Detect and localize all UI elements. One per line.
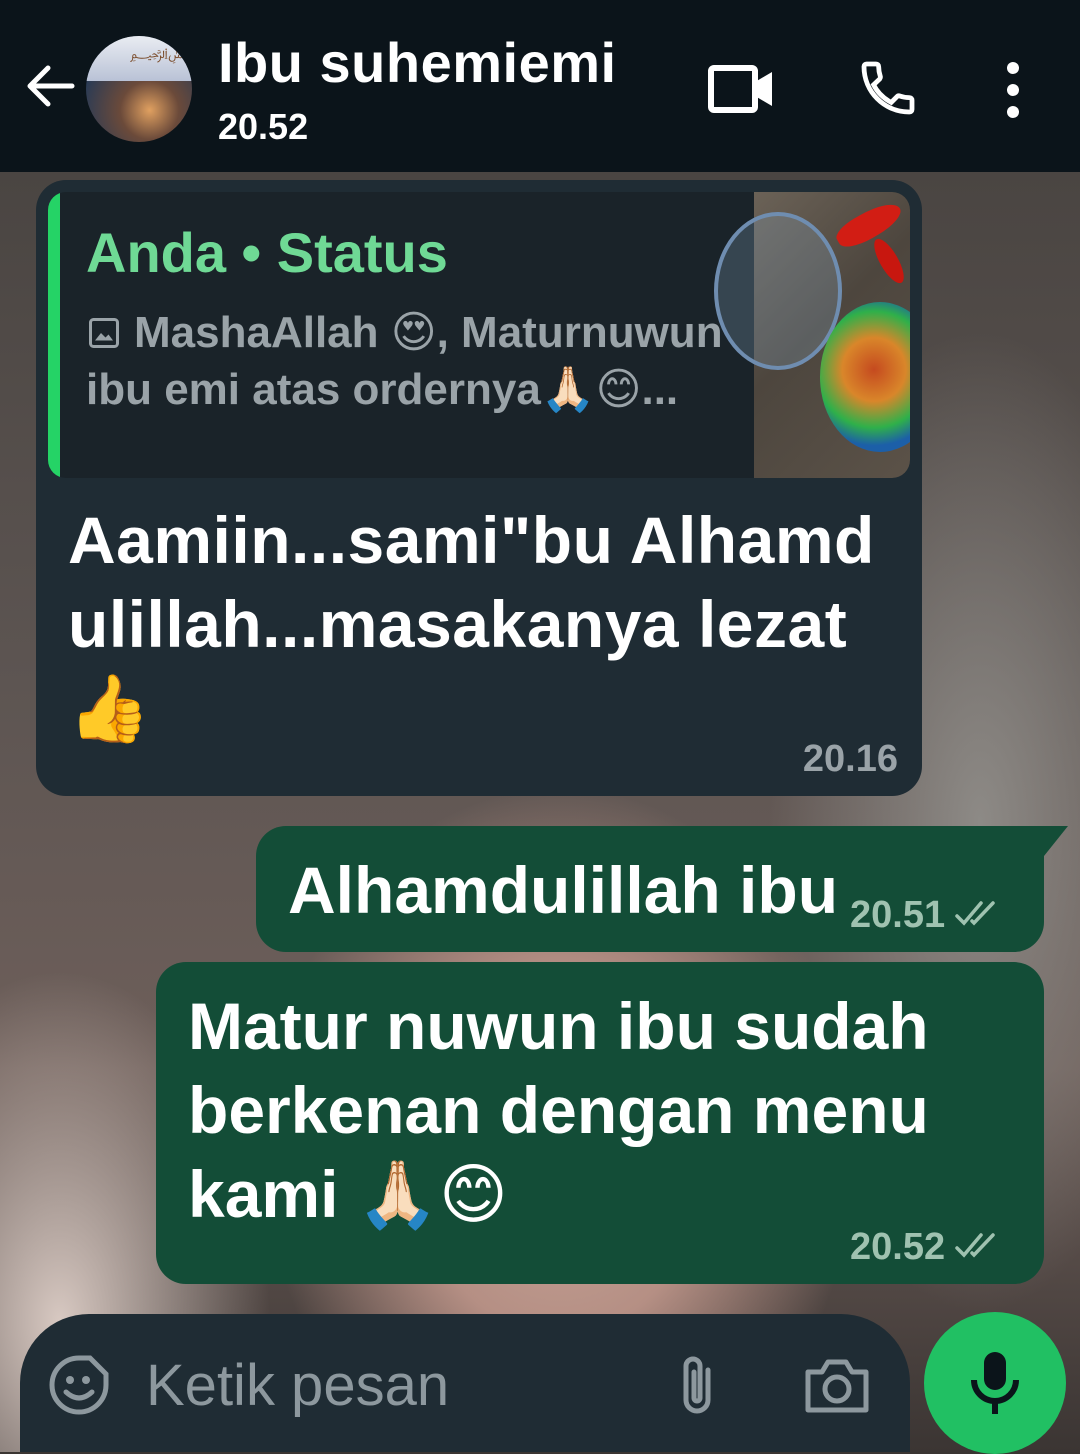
pray-smile-emoji: 🙏🏻😊 (356, 1156, 508, 1233)
paperclip-icon (683, 1356, 711, 1414)
phone-icon (861, 61, 915, 115)
message-text: Aamiin...sami"bu Alhamd ulillah...masaka… (68, 498, 888, 751)
message-meta: 20.52 (850, 1226, 1003, 1269)
message-text: Alhamdulillah ibu (288, 853, 839, 927)
double-check-icon (955, 1233, 995, 1258)
contact-avatar[interactable]: ﷽ (86, 36, 192, 142)
message-bubble-incoming[interactable]: Anda • Status MashaAllah 😍, Maturnuwun i… (36, 180, 922, 796)
attach-button[interactable] (672, 1350, 722, 1420)
quote-text: MashaAllah 😍, Maturnuwun ibu emi atas or… (86, 308, 723, 414)
microphone-icon (971, 1352, 1019, 1414)
message-composer (20, 1314, 910, 1452)
more-vertical-icon (1007, 62, 1019, 118)
last-seen-status: 20.52 (218, 106, 309, 147)
video-camera-icon (708, 65, 772, 113)
message-input[interactable] (146, 1350, 626, 1420)
contact-name[interactable]: Ibu suhemiemi (218, 30, 617, 95)
voice-call-button[interactable] (856, 56, 920, 120)
message-bubble-outgoing[interactable]: Matur nuwun ibu sudah berkenan dengan me… (156, 962, 1044, 1284)
camera-icon (805, 1359, 869, 1413)
message-text-body: Aamiin...sami"bu Alhamd ulillah...masaka… (68, 503, 875, 661)
more-options-button[interactable] (998, 60, 1028, 120)
message-time: 20.51 (850, 894, 946, 936)
quote-author: Anda • Status (86, 221, 448, 284)
sticker-icon (49, 1355, 109, 1415)
message-text: Matur nuwun ibu sudah berkenan dengan me… (188, 984, 1018, 1237)
thumbs-up-emoji: 👍 (68, 670, 151, 747)
message-time: 20.16 (802, 738, 898, 780)
status-thumbnail[interactable] (714, 192, 910, 478)
quote-text-wrapper: MashaAllah 😍, Maturnuwun ibu emi atas or… (86, 304, 726, 418)
back-button[interactable] (22, 58, 78, 114)
double-check-icon (955, 901, 995, 926)
message-bubble-outgoing[interactable]: Alhamdulillah ibu 20.51 (256, 826, 1068, 952)
quoted-status-reply[interactable]: Anda • Status MashaAllah 😍, Maturnuwun i… (48, 192, 910, 478)
message-text-body: Matur nuwun ibu sudah berkenan dengan me… (188, 989, 929, 1231)
message-meta: 20.51 (850, 894, 1003, 937)
arrow-left-icon (27, 65, 75, 107)
video-call-button[interactable] (706, 60, 776, 118)
voice-record-button[interactable] (924, 1312, 1066, 1454)
image-icon (89, 318, 119, 348)
chat-header: ﷽ Ibu suhemiemi 20.52 (0, 0, 1080, 172)
camera-button[interactable] (804, 1356, 870, 1414)
emoji-button[interactable] (48, 1354, 110, 1416)
quote-accent-bar (48, 192, 60, 478)
avatar-calligraphy: ﷽ (130, 46, 192, 62)
message-time: 20.52 (850, 1226, 946, 1268)
